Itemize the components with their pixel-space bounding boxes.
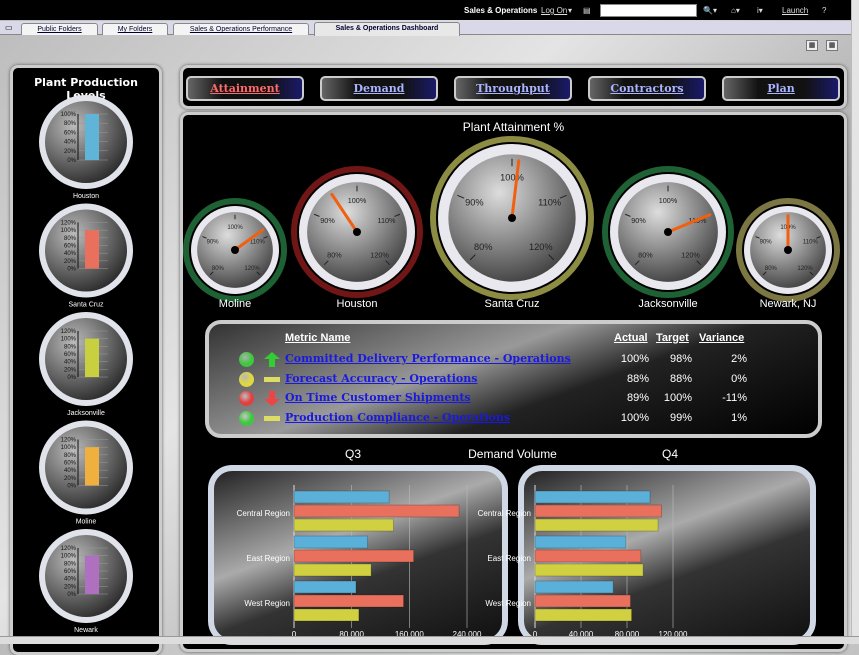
vertical-scrollbar[interactable] (851, 0, 859, 636)
bar (293, 535, 369, 549)
bar (293, 504, 460, 518)
bar (534, 608, 633, 622)
bar (293, 594, 405, 608)
category-label: East Region (246, 554, 290, 563)
bar (293, 608, 360, 622)
bar (534, 518, 659, 532)
bar (534, 594, 631, 608)
demand-charts: 0 80,000 160,000 240,000Central RegionEast … (237, 485, 688, 639)
category-label: West Region (485, 599, 531, 608)
bar (293, 580, 357, 594)
category-label: Central Region (478, 509, 531, 518)
horizontal-scrollbar[interactable] (0, 636, 859, 644)
category-label: East Region (487, 554, 531, 563)
bar (293, 490, 390, 504)
bar (534, 563, 644, 577)
bar (534, 504, 662, 518)
bar (293, 518, 394, 532)
category-label: Central Region (237, 509, 290, 518)
bar (293, 563, 372, 577)
bar (534, 549, 642, 563)
bar (534, 490, 651, 504)
bar (293, 549, 415, 563)
bar (534, 535, 627, 549)
category-label: West Region (244, 599, 290, 608)
bar (534, 580, 614, 594)
